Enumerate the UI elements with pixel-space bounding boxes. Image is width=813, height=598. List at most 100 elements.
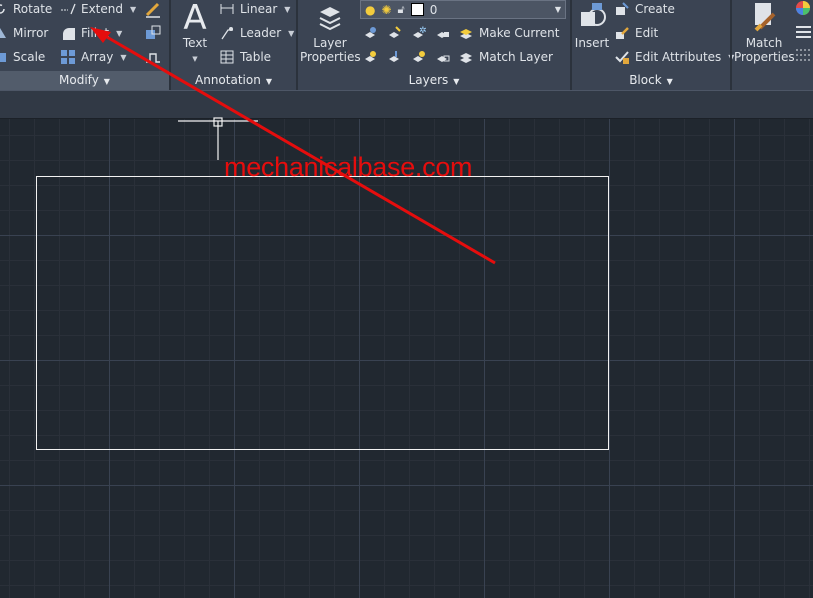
extend-label: Extend — [81, 2, 123, 16]
fillet-label: Fillet — [81, 26, 110, 40]
array-label: Array — [81, 50, 114, 64]
edit-attributes-tool[interactable]: Edit Attributes ▼ — [614, 47, 734, 67]
watermark-text: mechanicalbase.com — [224, 152, 473, 182]
edit-block-tool[interactable]: Edit — [614, 23, 658, 43]
erase-icon[interactable] — [144, 0, 162, 19]
insert-block-icon — [574, 0, 610, 36]
rotate-tool[interactable]: Rotate — [0, 0, 52, 19]
file-tab-strip — [0, 90, 813, 119]
edit-block-icon — [614, 25, 630, 41]
extend-icon — [60, 1, 76, 17]
bulb-on-icon: ● — [365, 2, 376, 17]
make-current-icon — [458, 25, 474, 41]
match-layer-label: Match Layer — [479, 50, 553, 64]
match-properties-label-2: Properties — [734, 50, 795, 64]
drawn-rectangle[interactable] — [36, 176, 609, 450]
annotation-expand-icon: ▼ — [265, 77, 272, 86]
match-properties-brush-icon — [734, 0, 794, 36]
layer-on-icon[interactable] — [362, 49, 378, 68]
leader-dropdown-icon[interactable]: ▼ — [288, 29, 294, 38]
block-panel: Insert Create Edit Edit Attributes ▼ Blo… — [572, 0, 734, 90]
sun-thaw-icon: ✺ — [381, 2, 392, 17]
layer-stack-icon — [300, 0, 360, 36]
ribbon: Rotate Mirror Scale Extend ▼ Fillet ▼ Ar… — [0, 0, 813, 90]
mirror-tool[interactable]: Mirror — [0, 23, 48, 43]
scale-tool[interactable]: Scale — [0, 47, 45, 67]
block-panel-title[interactable]: Block ▼ — [572, 71, 730, 90]
edit-attributes-icon — [614, 49, 630, 65]
layer-isolate-icon[interactable] — [386, 25, 402, 44]
array-tool[interactable]: Array ▼ — [60, 47, 126, 67]
layer-properties-label-1: Layer — [313, 36, 347, 50]
layer-properties-button[interactable]: Layer Properties — [300, 0, 361, 64]
insert-button[interactable]: Insert — [574, 0, 610, 50]
current-layer-name: 0 — [429, 2, 438, 17]
text-button[interactable]: A Text ▼ — [177, 0, 213, 66]
lineweight-icon[interactable] — [795, 24, 811, 43]
text-label: Text — [182, 36, 208, 50]
create-block-icon — [614, 1, 630, 17]
layer-lock-icon[interactable] — [434, 25, 450, 44]
create-block-tool[interactable]: Create — [614, 0, 675, 19]
layer-unlock-icon[interactable] — [434, 49, 450, 68]
fillet-tool[interactable]: Fillet ▼ — [60, 23, 122, 43]
rotate-label: Rotate — [13, 2, 53, 16]
table-tool[interactable]: Table — [219, 47, 271, 67]
layer-dropdown[interactable]: ● ✺ 🔓︎ 0 ▼ — [360, 0, 566, 19]
layer-dropdown-arrow-icon[interactable]: ▼ — [555, 5, 561, 14]
linear-label: Linear — [240, 2, 278, 16]
layer-unisolate-icon[interactable] — [386, 49, 402, 68]
color-swatch-white — [410, 3, 424, 16]
mirror-icon — [0, 25, 8, 41]
linear-dimension-icon — [219, 1, 235, 17]
annotation-panel-title[interactable]: Annotation ▼ — [171, 71, 296, 90]
extend-tool[interactable]: Extend ▼ — [60, 0, 136, 19]
explode-icon[interactable] — [144, 23, 162, 43]
linear-tool[interactable]: Linear ▼ — [219, 0, 290, 19]
layer-thaw-icon[interactable] — [410, 49, 426, 68]
scale-label: Scale — [13, 50, 46, 64]
create-label: Create — [635, 2, 675, 16]
layers-expand-icon: ▼ — [453, 77, 460, 86]
make-current-tool[interactable]: Make Current — [458, 23, 560, 43]
insert-label: Insert — [574, 36, 610, 50]
edit-attributes-label: Edit Attributes — [635, 50, 722, 64]
match-layer-icon — [458, 49, 474, 65]
modify-panel-title[interactable]: Modify ▼ — [0, 71, 169, 90]
array-icon — [60, 49, 76, 65]
extend-dropdown-icon[interactable]: ▼ — [130, 5, 136, 14]
layer-tool-row-2 — [362, 49, 450, 68]
annotation-panel: A Text ▼ Linear ▼ Leader ▼ Table Annotat… — [171, 0, 296, 90]
linear-dropdown-icon[interactable]: ▼ — [284, 5, 290, 14]
fillet-icon — [60, 25, 76, 41]
text-dropdown-icon: ▼ — [192, 55, 198, 63]
match-properties-button[interactable]: Match Properties — [734, 0, 795, 64]
layer-freeze-icon[interactable]: ✲ — [410, 25, 427, 44]
table-icon — [219, 49, 235, 65]
scale-icon — [0, 49, 8, 65]
block-expand-icon: ▼ — [666, 77, 673, 86]
linetype-icon[interactable] — [795, 47, 811, 66]
fillet-dropdown-icon[interactable]: ▼ — [116, 29, 122, 38]
layer-off-icon[interactable] — [362, 25, 378, 44]
leader-icon — [219, 25, 235, 41]
color-wheel-icon[interactable] — [795, 0, 811, 19]
match-layer-tool[interactable]: Match Layer — [458, 47, 553, 67]
modify-panel: Rotate Mirror Scale Extend ▼ Fillet ▼ Ar… — [0, 0, 169, 90]
properties-panel: Match Properties — [732, 0, 813, 90]
text-a-icon: A — [183, 0, 207, 38]
rotate-icon — [0, 1, 8, 17]
svg-text:✲: ✲ — [419, 26, 426, 36]
leader-tool[interactable]: Leader ▼ — [219, 23, 294, 43]
modify-expand-icon: ▼ — [103, 77, 110, 86]
layers-panel-title[interactable]: Layers ▼ — [298, 71, 570, 90]
unlocked-icon: 🔓︎ — [397, 2, 405, 16]
table-label: Table — [240, 50, 272, 64]
match-properties-label-1: Match — [745, 36, 783, 50]
array-dropdown-icon[interactable]: ▼ — [120, 53, 126, 62]
offset-icon[interactable] — [144, 47, 162, 67]
leader-label: Leader — [240, 26, 282, 40]
layer-tool-row-1: ✲ — [362, 25, 450, 44]
layers-panel: Layer Properties ● ✺ 🔓︎ 0 ▼ ✲ Make Curre… — [298, 0, 570, 90]
layer-properties-label-2: Properties — [300, 50, 361, 64]
